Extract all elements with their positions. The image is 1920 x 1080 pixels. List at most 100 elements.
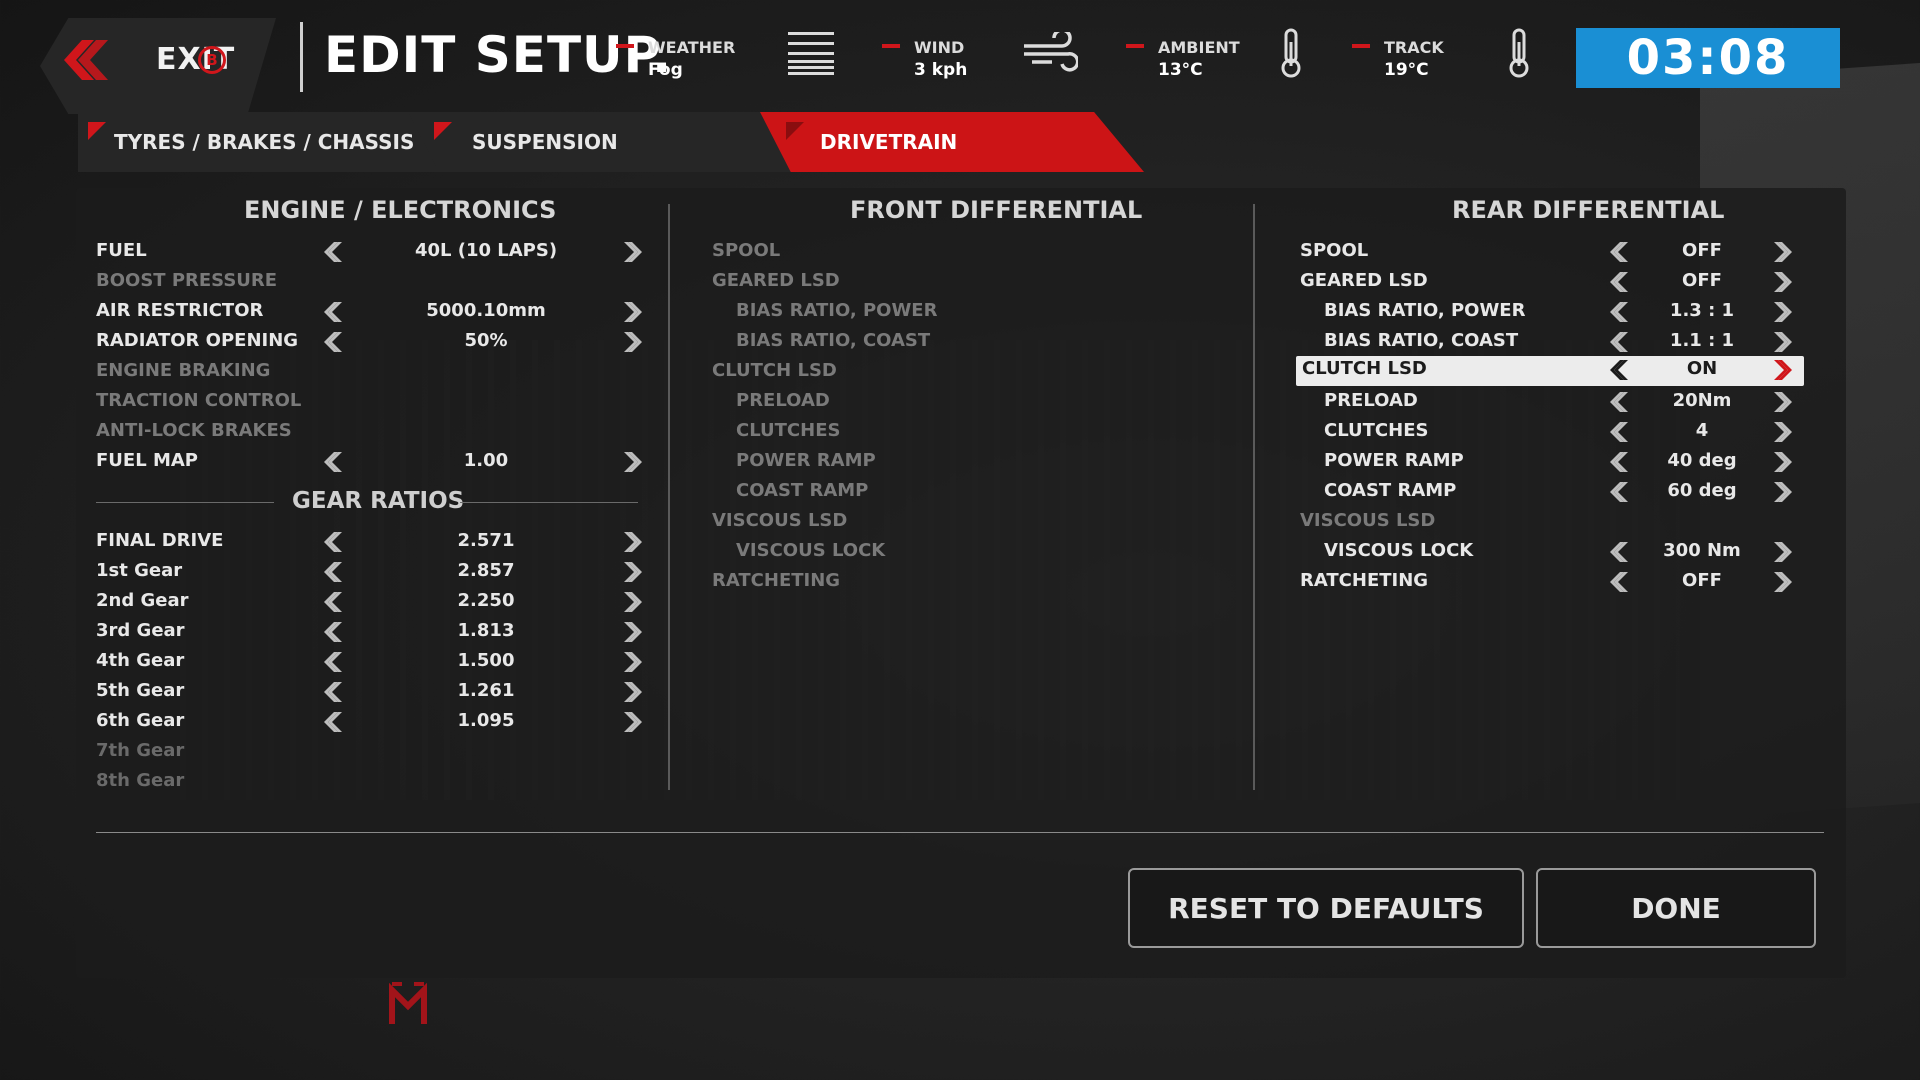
chevron-right-icon[interactable] bbox=[624, 680, 642, 704]
header-divider bbox=[300, 22, 303, 92]
setting-value: OFF bbox=[1682, 240, 1722, 261]
rear-row-viscous-lock[interactable]: VISCOUS LOCK 300 Nm bbox=[1300, 538, 1804, 568]
chevron-right-icon[interactable] bbox=[624, 240, 642, 264]
chevron-right-icon[interactable] bbox=[1774, 420, 1792, 444]
chevron-right-icon[interactable] bbox=[1774, 570, 1792, 594]
rear-row-clutch-lsd[interactable]: CLUTCH LSD ON bbox=[1296, 356, 1804, 386]
setting-label: GEARED LSD bbox=[712, 270, 840, 291]
rear-row-spool[interactable]: SPOOL OFF bbox=[1300, 238, 1804, 268]
setting-label: VISCOUS LOCK bbox=[1324, 540, 1474, 561]
rear-row-power-ramp[interactable]: POWER RAMP 40 deg bbox=[1300, 448, 1804, 478]
setting-label: PRELOAD bbox=[1324, 390, 1418, 411]
setting-label: RATCHETING bbox=[1300, 570, 1429, 591]
setting-label: ANTI-LOCK BRAKES bbox=[96, 420, 292, 441]
setting-label: COAST RAMP bbox=[1324, 480, 1457, 501]
tab-drivetrain[interactable]: DRIVETRAIN bbox=[760, 112, 1144, 172]
chevron-right-icon[interactable] bbox=[1774, 540, 1792, 564]
chevron-left-icon[interactable] bbox=[324, 620, 342, 644]
chevron-right-icon[interactable] bbox=[624, 620, 642, 644]
front-row-ratcheting: RATCHETING bbox=[712, 568, 1232, 598]
setting-row-gear-1[interactable]: 1st Gear 2.857 bbox=[96, 558, 646, 588]
setting-row-fuel[interactable]: FUEL 40L (10 LAPS) bbox=[96, 238, 646, 268]
thermometer-icon bbox=[1509, 28, 1529, 78]
chevron-right-icon[interactable] bbox=[624, 590, 642, 614]
tab-tyres-brakes-chassis[interactable]: TYRES / BRAKES / CHASSIS bbox=[78, 112, 442, 172]
setting-label: RATCHETING bbox=[712, 570, 841, 591]
rear-row-bias-ratio-coast[interactable]: BIAS RATIO, COAST 1.1 : 1 bbox=[1300, 328, 1804, 358]
setting-label: BIAS RATIO, POWER bbox=[1324, 300, 1526, 321]
setting-label: CLUTCH LSD bbox=[1302, 358, 1427, 379]
chevron-right-icon[interactable] bbox=[1774, 300, 1792, 324]
setting-row-gear-5[interactable]: 5th Gear 1.261 bbox=[96, 678, 646, 708]
chevron-left-icon[interactable] bbox=[324, 530, 342, 554]
chevron-right-icon[interactable] bbox=[1774, 390, 1792, 414]
chevron-right-icon[interactable] bbox=[624, 300, 642, 324]
setting-label: BOOST PRESSURE bbox=[96, 270, 278, 291]
game-logo-icon bbox=[389, 982, 427, 1024]
chevron-right-icon[interactable] bbox=[624, 450, 642, 474]
chevron-left-icon[interactable] bbox=[324, 710, 342, 734]
tab-label: DRIVETRAIN bbox=[820, 130, 958, 154]
rear-row-preload[interactable]: PRELOAD 20Nm bbox=[1300, 388, 1804, 418]
chevron-right-icon[interactable] bbox=[624, 650, 642, 674]
setting-row-fuel-map[interactable]: FUEL MAP 1.00 bbox=[96, 448, 646, 478]
chevron-right-icon[interactable] bbox=[1774, 480, 1792, 504]
setting-row-radiator-opening[interactable]: RADIATOR OPENING 50% bbox=[96, 328, 646, 358]
chevron-right-icon[interactable] bbox=[1774, 240, 1792, 264]
chevron-left-icon[interactable] bbox=[324, 590, 342, 614]
front-differential-heading: FRONT DIFFERENTIAL bbox=[850, 196, 1143, 224]
rear-row-ratcheting[interactable]: RATCHETING OFF bbox=[1300, 568, 1804, 598]
setting-label: VISCOUS LSD bbox=[712, 510, 848, 531]
setting-label: 2nd Gear bbox=[96, 590, 189, 611]
reset-to-defaults-button[interactable]: RESET TO DEFAULTS bbox=[1128, 868, 1524, 948]
setting-row-air-restrictor[interactable]: AIR RESTRICTOR 5000.10mm bbox=[96, 298, 646, 328]
chevron-left-icon[interactable] bbox=[324, 560, 342, 584]
stat-marker bbox=[1126, 44, 1144, 48]
chevron-right-icon[interactable] bbox=[624, 710, 642, 734]
setting-row-gear-3[interactable]: 3rd Gear 1.813 bbox=[96, 618, 646, 648]
setting-label: SPOOL bbox=[712, 240, 781, 261]
rear-row-clutches[interactable]: CLUTCHES 4 bbox=[1300, 418, 1804, 448]
chevron-left-icon[interactable] bbox=[324, 650, 342, 674]
chevron-right-icon[interactable] bbox=[1774, 330, 1792, 354]
chevron-right-icon[interactable] bbox=[624, 530, 642, 554]
chevron-right-icon[interactable] bbox=[624, 330, 642, 354]
setting-row-gear-6[interactable]: 6th Gear 1.095 bbox=[96, 708, 646, 738]
chevron-left-icon[interactable] bbox=[324, 300, 342, 324]
rear-row-geared-lsd[interactable]: GEARED LSD OFF bbox=[1300, 268, 1804, 298]
setting-value: 50% bbox=[464, 330, 508, 351]
setting-value: 300 Nm bbox=[1663, 540, 1741, 561]
ambient-value: 13°C bbox=[1158, 60, 1203, 80]
setting-label: 8th Gear bbox=[96, 770, 185, 791]
front-row-bias-ratio-power: BIAS RATIO, POWER bbox=[736, 298, 1232, 328]
front-row-spool: SPOOL bbox=[712, 238, 1232, 268]
setting-row-gear-2[interactable]: 2nd Gear 2.250 bbox=[96, 588, 646, 618]
exit-button[interactable]: EXIT B bbox=[40, 18, 276, 114]
setting-row-gear-4[interactable]: 4th Gear 1.500 bbox=[96, 648, 646, 678]
chevron-right-icon[interactable] bbox=[1774, 450, 1792, 474]
chevron-right-icon[interactable] bbox=[1774, 358, 1792, 382]
column-divider bbox=[1253, 204, 1255, 790]
setting-value: 1.813 bbox=[457, 620, 515, 641]
wind-value: 3 kph bbox=[914, 60, 968, 80]
chevron-right-icon[interactable] bbox=[624, 560, 642, 584]
chevron-left-icon[interactable] bbox=[324, 680, 342, 704]
tab-suspension[interactable]: SUSPENSION bbox=[408, 112, 796, 172]
setting-row-final-drive[interactable]: FINAL DRIVE 2.571 bbox=[96, 528, 646, 558]
weather-label: WEATHER bbox=[648, 38, 736, 57]
rear-row-bias-ratio-power[interactable]: BIAS RATIO, POWER 1.3 : 1 bbox=[1300, 298, 1804, 328]
setting-label: BIAS RATIO, POWER bbox=[736, 300, 938, 321]
chevron-left-icon[interactable] bbox=[324, 450, 342, 474]
chevron-left-icon[interactable] bbox=[324, 330, 342, 354]
chevron-left-icon[interactable] bbox=[324, 240, 342, 264]
front-row-viscous-lock: VISCOUS LOCK bbox=[736, 538, 1232, 568]
rear-row-coast-ramp[interactable]: COAST RAMP 60 deg bbox=[1300, 478, 1804, 508]
setting-value: 20Nm bbox=[1672, 390, 1732, 411]
setting-row-engine-braking: ENGINE BRAKING bbox=[96, 358, 646, 388]
setting-label: RADIATOR OPENING bbox=[96, 330, 299, 351]
setting-value: 1.3 : 1 bbox=[1669, 300, 1735, 321]
setting-label: CLUTCHES bbox=[1324, 420, 1429, 441]
front-row-viscous-lsd: VISCOUS LSD bbox=[712, 508, 1232, 538]
done-button[interactable]: DONE bbox=[1536, 868, 1816, 948]
chevron-right-icon[interactable] bbox=[1774, 270, 1792, 294]
